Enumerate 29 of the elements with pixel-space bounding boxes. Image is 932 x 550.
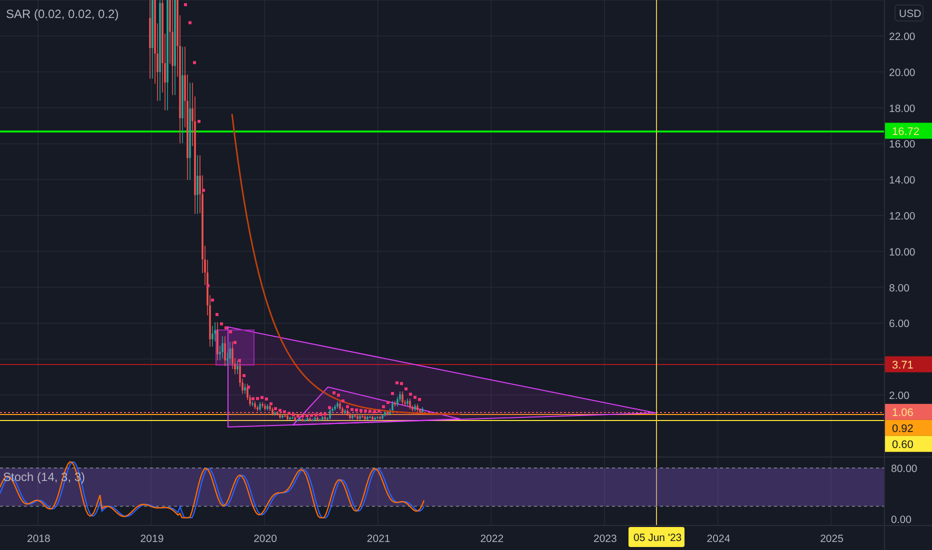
price-tick-label: 14.00 (889, 174, 916, 187)
time-tick-label: 2018 (27, 533, 50, 545)
time-tick-label: 2019 (140, 533, 164, 545)
crosshair-date-label: 05 Jun '23 (628, 527, 684, 547)
price-tick-label: 10.00 (889, 246, 916, 258)
time-tick-label: 2025 (820, 533, 844, 545)
price-label: 1.06 (885, 404, 932, 420)
stoch-tick-label: 80.00 (891, 463, 918, 475)
price-tick-label: 16.00 (889, 138, 916, 151)
price-tick-label: 6.00 (889, 318, 910, 330)
price-tick-label: 8.00 (889, 282, 910, 294)
price-label: 3.71 (885, 356, 932, 372)
price-tick-label: 18.00 (889, 102, 916, 115)
time-tick-label: 2023 (594, 533, 617, 545)
price-label: 0.92 (885, 420, 932, 436)
price-tick-label: 22.00 (889, 31, 916, 43)
indicator-label: SAR (0.02, 0.02, 0.2) (6, 7, 119, 21)
range-rectangle (216, 330, 254, 366)
time-tick-label: 2024 (706, 533, 730, 545)
price-label: 0.60 (885, 436, 932, 452)
price-tick-label: 2.00 (889, 390, 910, 402)
time-tick-label: 2021 (366, 533, 390, 545)
time-tick-label: 2020 (254, 533, 277, 545)
price-tick-label: 12.00 (889, 210, 916, 222)
price-label: 16.72 (885, 122, 932, 139)
price-tick-label: 20.00 (889, 66, 916, 79)
stoch-tick-label: 0.00 (891, 514, 912, 526)
time-tick-label: 2022 (480, 533, 504, 545)
currency-badge: USD (894, 4, 924, 22)
